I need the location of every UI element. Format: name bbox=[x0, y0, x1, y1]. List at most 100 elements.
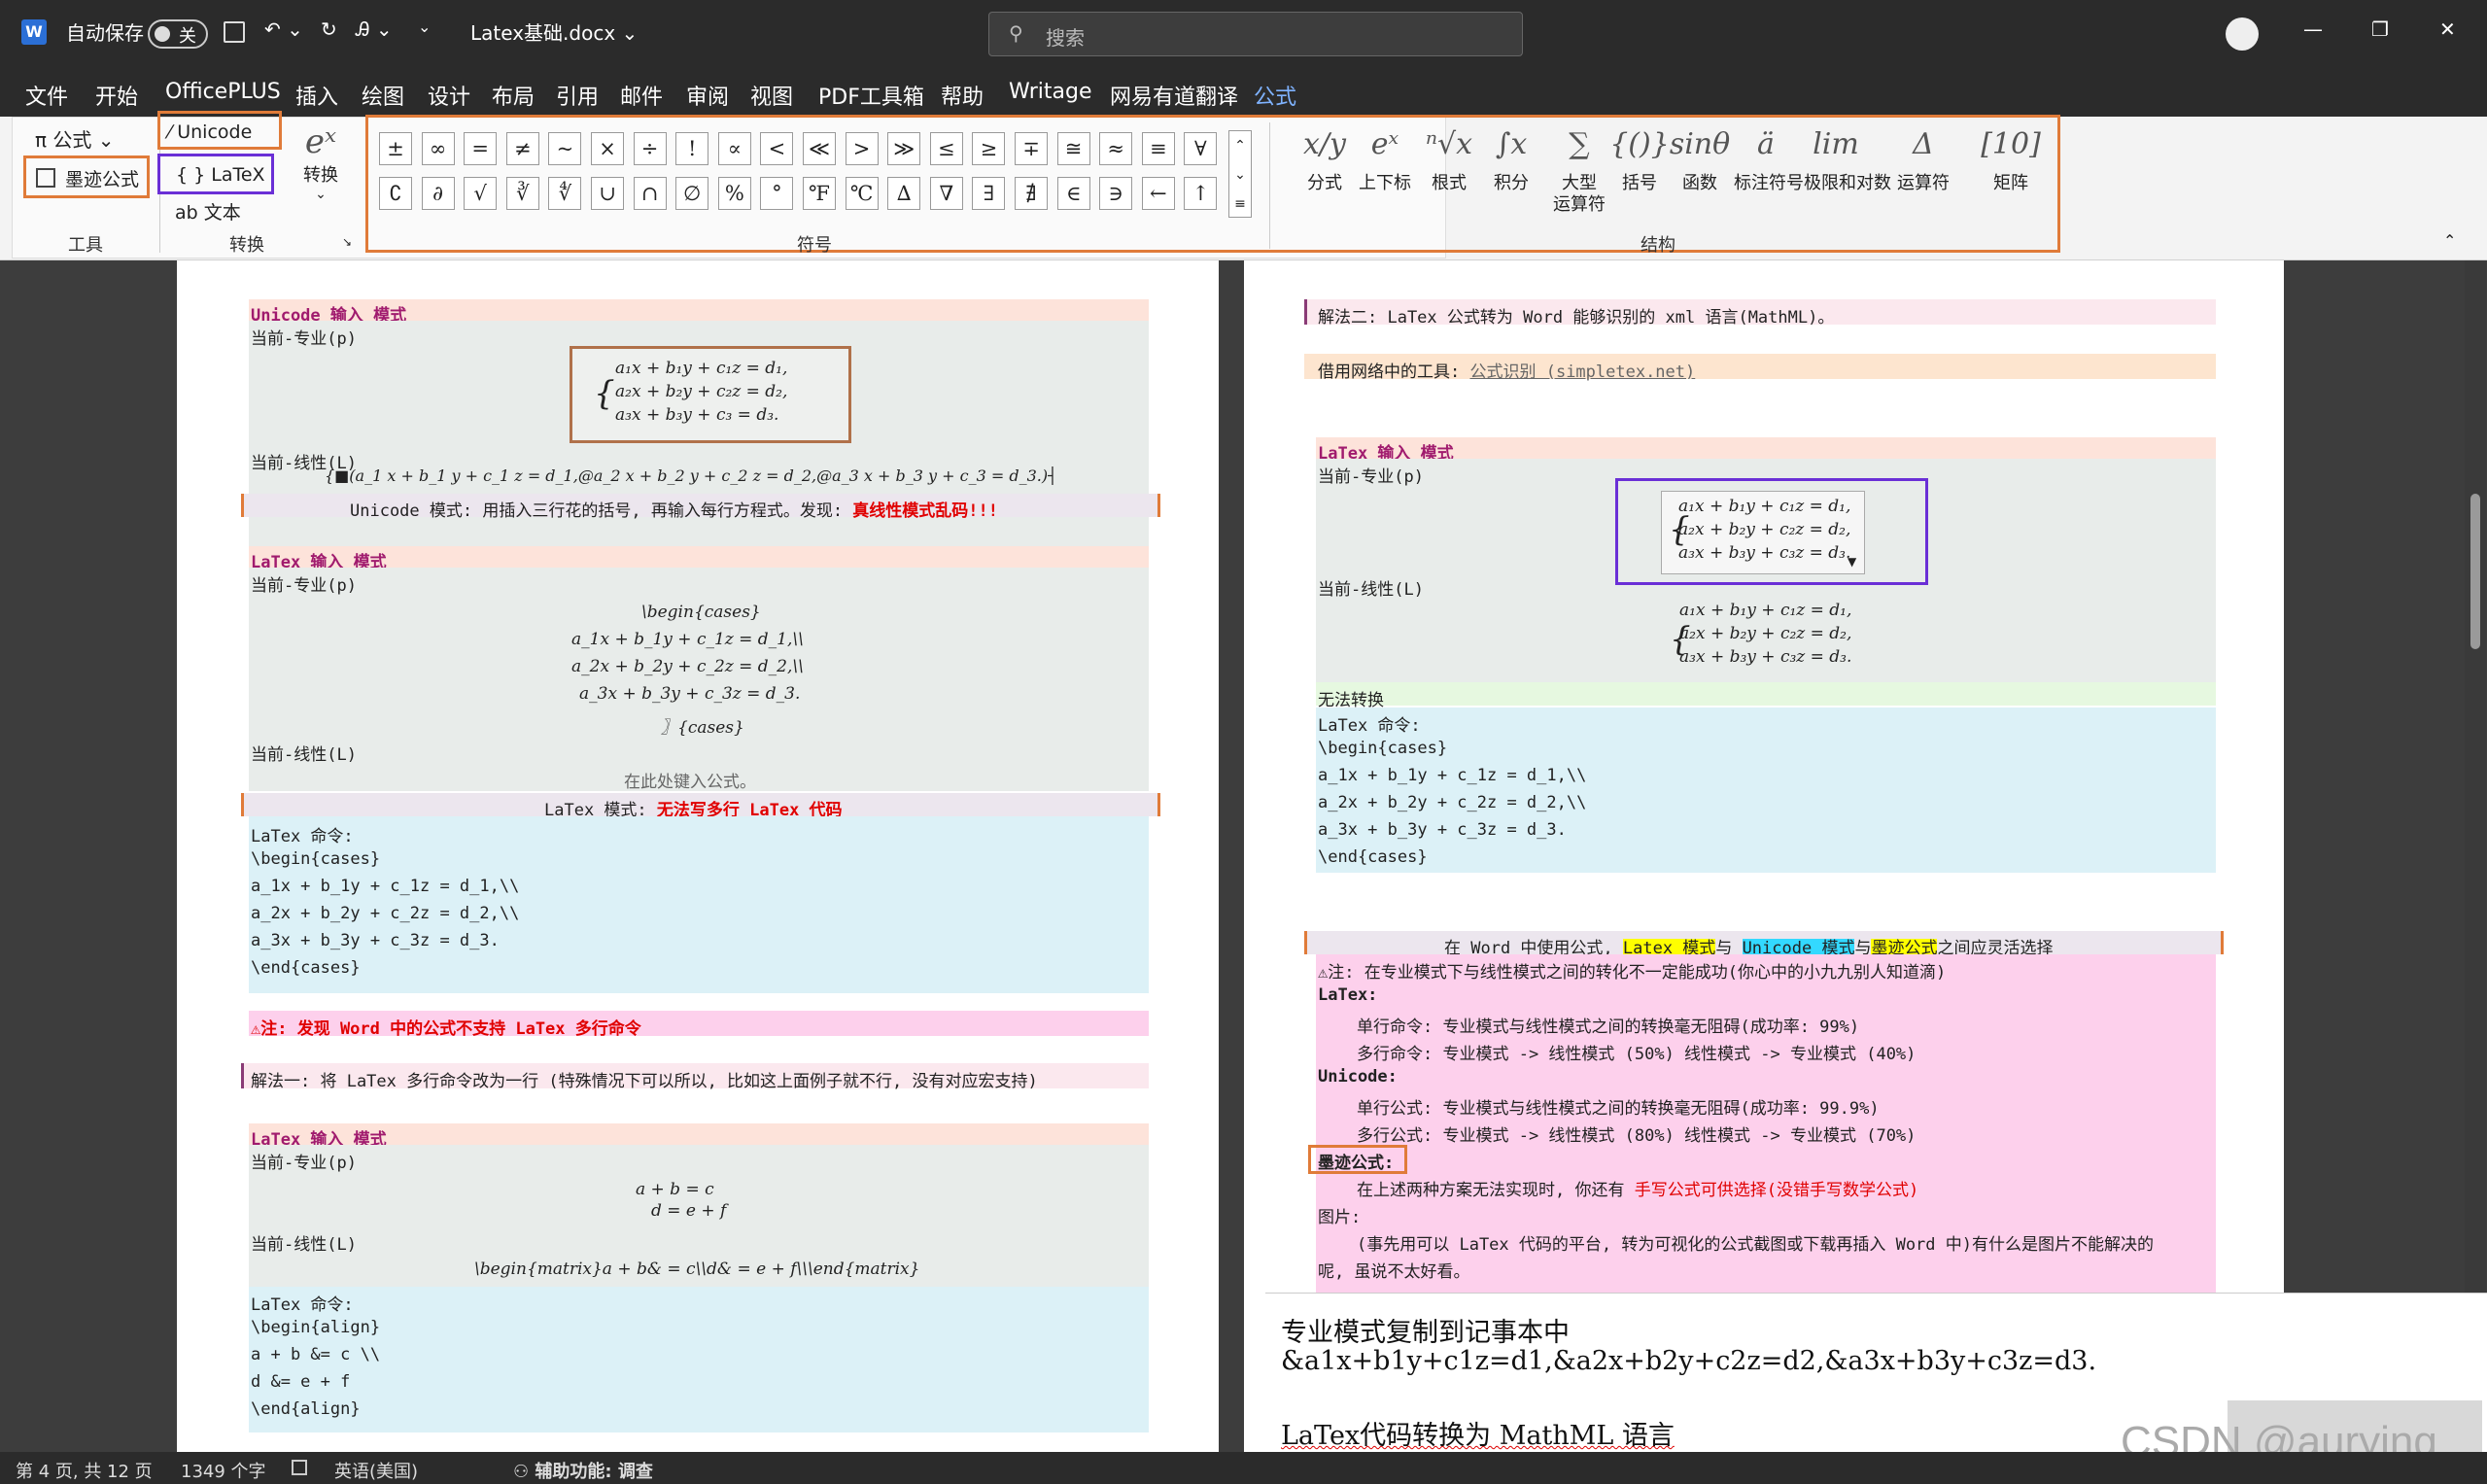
menu-file[interactable]: 文件 bbox=[25, 80, 68, 111]
symbol-button[interactable]: % bbox=[717, 177, 751, 210]
menu-pdf-tools[interactable]: PDF工具箱 bbox=[818, 80, 924, 111]
structure-button[interactable]: x/y 分式 bbox=[1293, 117, 1357, 194]
symbol-button[interactable]: ∈ bbox=[1056, 177, 1090, 210]
avatar[interactable] bbox=[2226, 17, 2259, 51]
symbol-button[interactable]: ∂ bbox=[421, 177, 455, 210]
symbol-button[interactable]: ∞ bbox=[421, 132, 455, 165]
menu-view[interactable]: 视图 bbox=[750, 80, 793, 111]
symbol-button[interactable]: ≅ bbox=[1056, 132, 1090, 165]
structure-button[interactable]: ⁿ√x 根式 bbox=[1417, 117, 1481, 194]
symbol-button[interactable]: ! bbox=[675, 132, 709, 165]
document-title[interactable]: Latex基础.docx ⌄ bbox=[470, 17, 638, 46]
maximize-button[interactable]: ❐ bbox=[2371, 17, 2389, 41]
symbol-button[interactable]: ∃ bbox=[972, 177, 1006, 210]
equation-box-latex[interactable]: { a₁x + b₁y + c₁z = d₁, a₂x + b₂y + c₂z … bbox=[1615, 478, 1928, 585]
symbol-button[interactable]: ≈ bbox=[1099, 132, 1133, 165]
matrix-linear-equation[interactable]: \begin{matrix}a + b& = c\\d& = e + f\\\e… bbox=[474, 1260, 919, 1279]
menu-layout[interactable]: 布局 bbox=[492, 80, 535, 111]
simpletex-link[interactable]: 公式识别 (simpletex.net) bbox=[1469, 362, 1695, 382]
menu-references[interactable]: 引用 bbox=[556, 80, 599, 111]
structure-button[interactable]: sinθ 函数 bbox=[1668, 117, 1732, 194]
vertical-scrollbar[interactable] bbox=[2465, 260, 2486, 1452]
equation-box-unicode[interactable]: { a₁x + b₁y + c₁z = d₁, a₂x + b₂y + c₂z … bbox=[570, 346, 851, 443]
proofing-icon[interactable] bbox=[292, 1460, 307, 1475]
symbol-button[interactable]: ≪ bbox=[803, 132, 836, 165]
collapse-ribbon-icon[interactable]: ⌃ bbox=[2443, 231, 2456, 250]
structure-button[interactable]: ∫x 积分 bbox=[1479, 117, 1543, 194]
structure-button[interactable]: ∑ 大型 运算符 bbox=[1547, 117, 1611, 216]
symbol-button[interactable]: ∪ bbox=[591, 177, 624, 210]
menu-insert[interactable]: 插入 bbox=[295, 80, 338, 111]
symbol-button[interactable]: ± bbox=[379, 132, 412, 165]
symbol-button[interactable]: × bbox=[591, 132, 624, 165]
structure-button[interactable]: {()} 括号 bbox=[1607, 117, 1672, 194]
text-button[interactable]: ab 文本 bbox=[175, 198, 241, 224]
symbol-button[interactable]: < bbox=[760, 132, 794, 165]
autosave-toggle[interactable]: 关 bbox=[148, 19, 208, 49]
unicode-linear-equation[interactable]: {■(a_1 x + b_1 y + c_1 z = d_1,@a_2 x + … bbox=[325, 466, 1057, 485]
symbol-button[interactable]: ∋ bbox=[1099, 177, 1133, 210]
symbol-button[interactable]: ÷ bbox=[633, 132, 667, 165]
symbol-button[interactable]: = bbox=[464, 132, 498, 165]
symbol-button[interactable]: ∅ bbox=[675, 177, 709, 210]
symbol-button[interactable]: ℉ bbox=[803, 177, 836, 210]
menu-mailings[interactable]: 邮件 bbox=[620, 80, 663, 111]
menu-writage[interactable]: Writage bbox=[1009, 80, 1092, 104]
symbol-button[interactable]: ∁ bbox=[379, 177, 412, 210]
symbol-button[interactable]: ∓ bbox=[1015, 132, 1048, 165]
symbol-button[interactable]: ← bbox=[1141, 177, 1175, 210]
symbol-button[interactable]: ↑ bbox=[1184, 177, 1218, 210]
symbol-button[interactable]: ∀ bbox=[1184, 132, 1218, 165]
equation-placeholder[interactable]: 在此处键入公式。 bbox=[624, 768, 756, 792]
symbol-button[interactable]: ∆ bbox=[887, 177, 921, 210]
structure-button[interactable]: [10] 矩阵 bbox=[1979, 117, 2043, 194]
structure-button[interactable]: Δ 运算符 bbox=[1891, 117, 1955, 194]
equation-options-icon[interactable]: ▼ bbox=[1848, 555, 1856, 569]
symbols-scroll[interactable]: ⌃ ⌄ ≡ bbox=[1228, 130, 1252, 218]
symbol-button[interactable]: ≤ bbox=[929, 132, 963, 165]
symbol-button[interactable]: ≠ bbox=[505, 132, 539, 165]
minimize-button[interactable]: — bbox=[2303, 17, 2323, 41]
menu-equation[interactable]: 公式 bbox=[1254, 80, 1297, 118]
ink-equation-button[interactable]: 墨迹公式 bbox=[23, 155, 150, 198]
menu-home[interactable]: 开始 bbox=[95, 80, 138, 111]
menu-draw[interactable]: 绘图 bbox=[362, 80, 404, 111]
structure-button[interactable]: lim 极限和对数 bbox=[1804, 117, 1891, 194]
symbol-button[interactable]: ∇ bbox=[929, 177, 963, 210]
search-box[interactable]: ⚲ 搜索 bbox=[988, 12, 1523, 56]
redo-icon[interactable]: ↻ bbox=[321, 17, 337, 41]
menu-officeplus[interactable]: OfficePLUS bbox=[165, 80, 281, 104]
menu-help[interactable]: 帮助 bbox=[941, 80, 984, 111]
symbol-button[interactable]: ℃ bbox=[845, 177, 879, 210]
close-button[interactable]: ✕ bbox=[2439, 17, 2456, 41]
customize-qat-icon[interactable]: ⌄ bbox=[418, 17, 431, 36]
word-count[interactable]: 1349 个字 bbox=[181, 1458, 266, 1483]
unicode-button[interactable]: ⁄ Unicode bbox=[157, 111, 282, 150]
symbol-button[interactable]: ~ bbox=[548, 132, 582, 165]
symbol-button[interactable]: ∝ bbox=[717, 132, 751, 165]
symbol-button[interactable]: ∄ bbox=[1015, 177, 1048, 210]
symbol-button[interactable]: ° bbox=[760, 177, 794, 210]
menu-design[interactable]: 设计 bbox=[428, 80, 470, 111]
menu-review[interactable]: 审阅 bbox=[686, 80, 729, 111]
structure-button[interactable]: ä 标注符号 bbox=[1734, 117, 1804, 194]
symbol-button[interactable]: √ bbox=[464, 177, 498, 210]
symbol-button[interactable]: ≡ bbox=[1141, 132, 1175, 165]
latex-button[interactable]: { } LaTeX bbox=[157, 154, 274, 194]
left-page[interactable]: Unicode 输入 模式 当前-专业(p) { a₁x + b₁y + c₁z… bbox=[177, 260, 1219, 1452]
symbol-button[interactable]: ≥ bbox=[972, 132, 1006, 165]
format-painter-icon[interactable]: Ꭿ ⌄ bbox=[356, 17, 393, 41]
save-icon[interactable] bbox=[224, 21, 245, 43]
undo-icon[interactable]: ↶ ⌄ bbox=[264, 17, 303, 41]
menu-youdao[interactable]: 网易有道翻译 bbox=[1110, 80, 1238, 111]
symbol-button[interactable]: ∛ bbox=[505, 177, 539, 210]
convert-button[interactable]: eˣ 转换 ⌄ bbox=[292, 122, 350, 202]
language-indicator[interactable]: 英语(美国) bbox=[334, 1458, 418, 1483]
page-count[interactable]: 第 4 页, 共 12 页 bbox=[16, 1458, 153, 1483]
symbol-button[interactable]: ≫ bbox=[887, 132, 921, 165]
equation-dropdown[interactable]: π 公式 ⌄ bbox=[35, 124, 115, 153]
symbol-button[interactable]: ∜ bbox=[548, 177, 582, 210]
structure-button[interactable]: eˣ 上下标 bbox=[1353, 117, 1417, 194]
right-page[interactable]: 解法二: LaTex 公式转为 Word 能够识别的 xml 语言(MathML… bbox=[1244, 260, 2284, 1452]
dialog-launcher-icon[interactable]: ↘ bbox=[342, 235, 352, 249]
